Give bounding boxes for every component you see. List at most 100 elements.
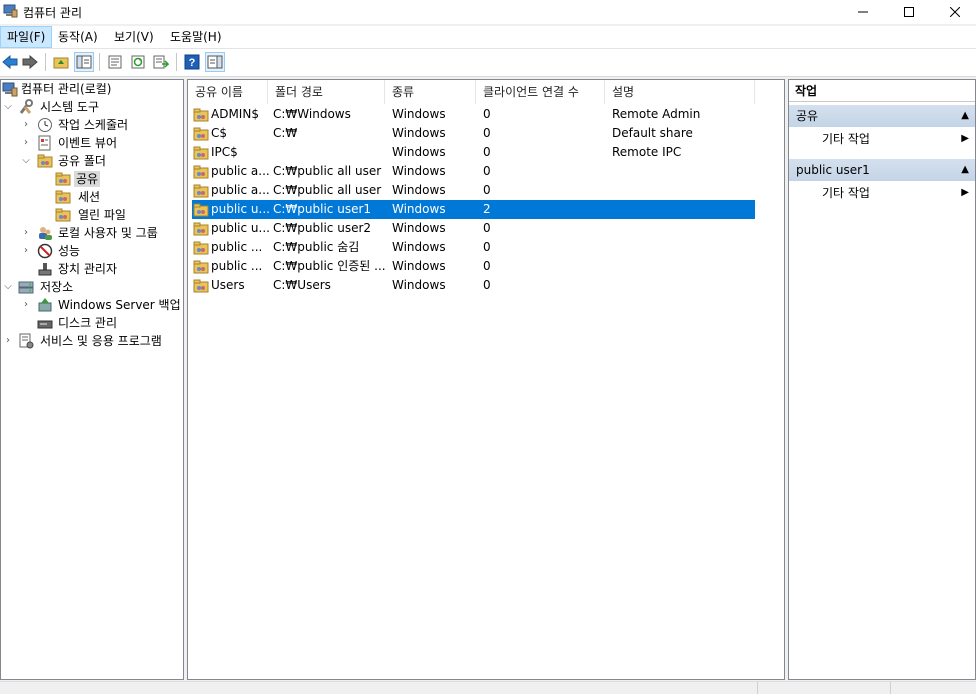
clock-icon [37,117,53,133]
menu-file[interactable]: 파일(F) [0,26,53,48]
chevron-down-icon[interactable]: ⌵ [3,281,13,293]
close-button[interactable] [932,0,976,24]
minimize-button[interactable] [840,0,886,24]
shared-folder-icon [193,202,209,217]
column-header-description[interactable]: 설명 [605,80,755,104]
table-row[interactable]: public u... C:₩public user2 Windows 0 [192,219,755,238]
tree-item-shares[interactable]: 공유 [1,170,183,188]
tree-item-local-users-groups[interactable]: › 로컬 사용자 및 그룹 [1,224,183,242]
back-button[interactable] [0,52,20,72]
tree-label: 디스크 관리 [58,316,118,330]
table-row[interactable]: Users C:₩Users Windows 0 [192,276,755,295]
column-header-client-connections[interactable]: 클라이언트 연결 수 [476,80,605,104]
chevron-down-icon[interactable]: ⌵ [3,101,13,113]
column-header-share-name[interactable]: 공유 이름 [188,80,268,104]
tree-item-device-manager[interactable]: 장치 관리자 [1,260,183,278]
tree-item-shared-folders[interactable]: ⌵ 공유 폴더 [1,152,183,170]
table-row[interactable]: public a... C:₩public all user ... Windows… [192,181,755,200]
tree-label: 작업 스케줄러 [58,118,129,132]
back-icon [2,55,18,69]
show-hide-action-pane-icon [207,55,223,69]
cell-description [612,276,752,295]
tree-item-storage[interactable]: ⌵ 저장소 [1,278,183,296]
tree-item-windows-server-backup[interactable]: › Windows Server 백업 [1,296,183,314]
export-list-button[interactable] [151,52,171,72]
shared-folder-icon [37,153,53,169]
cell-description [612,238,752,257]
export-list-icon [153,55,169,69]
properties-button[interactable] [105,52,125,72]
cell-description [612,200,752,219]
table-row[interactable]: public ... C:₩public 인증된 ... Windows 0 [192,257,755,276]
tree-item-system-tools[interactable]: ⌵ 시스템 도구 [1,98,183,116]
cell-folder-path: C:₩public user1 [273,202,372,216]
tree-item-disk-management[interactable]: 디스크 관리 [1,314,183,332]
cell-client-connections: 0 [483,126,491,140]
cell-share-name: public ... [211,240,263,254]
table-row[interactable]: public a... C:₩public all user r Windows 0 [192,162,755,181]
collapse-up-icon[interactable]: ▲ [961,159,969,181]
submenu-arrow-icon: ▶ [961,187,969,198]
refresh-button[interactable] [128,52,148,72]
tree-item-event-viewer[interactable]: › 이벤트 뷰어 [1,134,183,152]
shared-folder-icon [193,164,209,179]
event-viewer-icon [37,135,53,151]
cell-type: Windows [392,202,446,216]
menu-help[interactable]: 도움말(H) [164,26,228,48]
tree-item-computer-management[interactable]: 컴퓨터 관리(로컬) [1,80,183,98]
chevron-right-icon[interactable]: › [3,335,13,347]
action-more-actions[interactable]: 기타 작업 ▶ [789,129,975,149]
chevron-right-icon[interactable]: › [21,227,31,239]
shared-folder-icon [193,221,209,236]
show-hide-tree-button[interactable] [74,52,94,72]
tree-item-performance[interactable]: › 성능 [1,242,183,260]
column-header-folder-path[interactable]: 폴더 경로 [268,80,385,104]
show-hide-action-pane-button[interactable] [205,52,225,72]
action-item-label: 기타 작업 [822,132,870,146]
cell-client-connections: 0 [483,107,491,121]
chevron-right-icon[interactable]: › [21,119,31,131]
column-header-type[interactable]: 종류 [385,80,476,104]
tree-item-task-scheduler[interactable]: › 작업 스케줄러 [1,116,183,134]
shared-folder-icon [55,207,71,223]
table-row[interactable]: public ... C:₩public 숨김 Windows 0 [192,238,755,257]
tree-item-services-applications[interactable]: › 서비스 및 응용 프로그램 [1,332,183,350]
cell-folder-path: C:₩public 인증된 ... [273,259,386,273]
tree-label: 세션 [78,190,101,204]
forward-icon [22,55,38,69]
up-button[interactable] [51,52,71,72]
menu-action[interactable]: 동작(A) [52,26,104,48]
cell-share-name: public u... [211,221,269,235]
cell-client-connections: 0 [483,145,491,159]
cell-client-connections: 0 [483,221,491,235]
table-row[interactable]: ADMIN$ C:₩Windows Windows 0 Remote Admin [192,105,755,124]
maximize-button[interactable] [886,0,932,24]
submenu-arrow-icon: ▶ [961,133,969,144]
forward-button[interactable] [20,52,40,72]
table-row[interactable]: C$ C:₩ Windows 0 Default share [192,124,755,143]
tree-item-sessions[interactable]: 세션 [1,188,183,206]
cell-share-name: C$ [211,126,228,140]
help-button[interactable]: ? [182,52,202,72]
shares-list[interactable]: 공유 이름 폴더 경로 종류 클라이언트 연결 수 설명 ADMIN$ C:₩Wi… [187,79,785,680]
tree-label: 장치 관리자 [58,262,118,276]
console-tree[interactable]: 컴퓨터 관리(로컬) ⌵ 시스템 도구 › 작업 스케줄러 › 이벤트 뷰어 ⌵… [0,79,184,680]
action-section-share[interactable]: 공유 ▲ [789,105,975,127]
chevron-right-icon[interactable]: › [21,245,31,257]
chevron-right-icon[interactable]: › [21,137,31,149]
tree-item-open-files[interactable]: 열린 파일 [1,206,183,224]
cell-client-connections: 0 [483,164,491,178]
cell-type: Windows [392,183,446,197]
table-row[interactable]: public u... C:₩public user1 Windows 2 [192,200,755,219]
table-row[interactable]: IPC$ Windows 0 Remote IPC [192,143,755,162]
collapse-up-icon[interactable]: ▲ [961,105,969,127]
menu-view[interactable]: 보기(V) [108,26,160,48]
shared-folder-icon [193,145,209,160]
chevron-right-icon[interactable]: › [21,299,31,311]
action-more-actions[interactable]: 기타 작업 ▶ [789,183,975,203]
chevron-down-icon[interactable]: ⌵ [21,155,31,167]
cell-type: Windows [392,145,446,159]
cell-share-name: public u... [211,202,269,216]
action-section-public-user1[interactable]: public user1 ▲ [789,159,975,181]
cell-folder-path: C:₩Users [273,278,331,292]
